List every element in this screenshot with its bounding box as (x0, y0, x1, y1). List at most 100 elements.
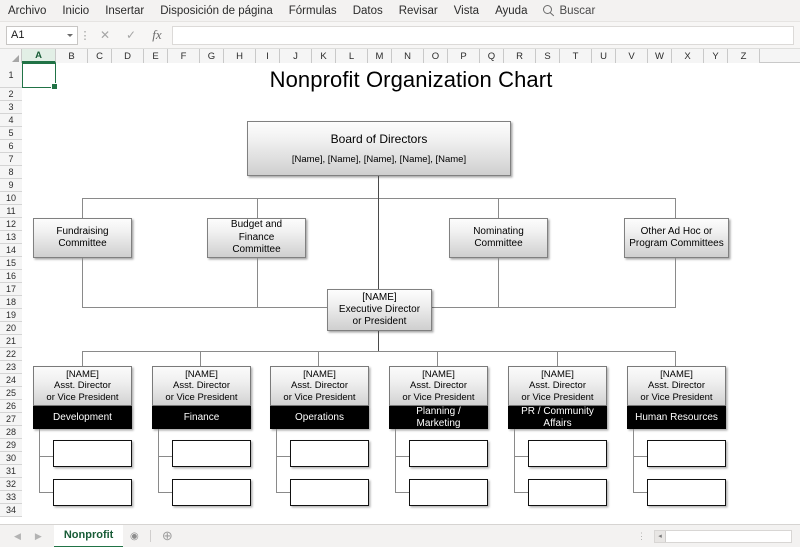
sub-box-5-1[interactable] (528, 440, 607, 467)
menu-item-insertar[interactable]: Insertar (98, 2, 151, 20)
row-header-19[interactable]: 19 (0, 309, 22, 322)
row-header-3[interactable]: 3 (0, 101, 22, 114)
column-header-r[interactable]: R (504, 49, 536, 63)
row-header-12[interactable]: 12 (0, 218, 22, 231)
column-header-w[interactable]: W (648, 49, 672, 63)
column-header-d[interactable]: D (112, 49, 144, 63)
column-header-g[interactable]: G (200, 49, 224, 63)
confirm-formula-icon[interactable]: ✓ (118, 24, 144, 46)
row-header-9[interactable]: 9 (0, 179, 22, 192)
menu-item-ayuda[interactable]: Ayuda (488, 2, 534, 20)
dept-band-operations[interactable]: Operations (270, 406, 369, 429)
node-director-4[interactable]: [NAME] Asst. Director or Vice President (389, 366, 488, 406)
row-header-16[interactable]: 16 (0, 270, 22, 283)
column-header-s[interactable]: S (536, 49, 560, 63)
node-director-1[interactable]: [NAME] Asst. Director or Vice President (33, 366, 132, 406)
row-header-25[interactable]: 25 (0, 387, 22, 400)
row-header-1[interactable]: 1 (0, 63, 22, 88)
dept-band-development[interactable]: Development (33, 406, 132, 429)
sheet-canvas[interactable]: Nonprofit Organization Chart Board of Di… (22, 63, 800, 524)
row-header-10[interactable]: 10 (0, 192, 22, 205)
row-header-31[interactable]: 31 (0, 465, 22, 478)
node-committee-budget-finance[interactable]: Budget and Finance Committee (207, 218, 306, 258)
node-director-3[interactable]: [NAME] Asst. Director or Vice President (270, 366, 369, 406)
column-header-u[interactable]: U (592, 49, 616, 63)
row-header-4[interactable]: 4 (0, 114, 22, 127)
sub-box-2-1[interactable] (172, 440, 251, 467)
chevron-down-icon[interactable] (67, 33, 73, 37)
formula-input[interactable] (172, 25, 794, 45)
column-header-e[interactable]: E (144, 49, 168, 63)
select-all-corner[interactable] (0, 49, 22, 63)
row-header-15[interactable]: 15 (0, 257, 22, 270)
menu-item-revisar[interactable]: Revisar (392, 2, 445, 20)
sub-box-3-1[interactable] (290, 440, 369, 467)
node-executive-director[interactable]: [NAME] Executive Director or President (327, 289, 432, 331)
row-header-32[interactable]: 32 (0, 478, 22, 491)
column-header-h[interactable]: H (224, 49, 256, 63)
row-header-24[interactable]: 24 (0, 374, 22, 387)
column-header-y[interactable]: Y (704, 49, 728, 63)
dept-band-pr-community-affairs[interactable]: PR / Community Affairs (508, 406, 607, 429)
row-header-5[interactable]: 5 (0, 127, 22, 140)
row-header-26[interactable]: 26 (0, 400, 22, 413)
column-header-t[interactable]: T (560, 49, 592, 63)
row-header-18[interactable]: 18 (0, 296, 22, 309)
name-box[interactable]: A1 (6, 25, 78, 45)
menu-item-disposicion-de-pagina[interactable]: Disposición de página (153, 2, 280, 20)
column-header-p[interactable]: P (448, 49, 480, 63)
column-header-k[interactable]: K (312, 49, 336, 63)
node-committee-nominating[interactable]: Nominating Committee (449, 218, 548, 258)
column-header-i[interactable]: I (256, 49, 280, 63)
row-header-21[interactable]: 21 (0, 335, 22, 348)
node-director-5[interactable]: [NAME] Asst. Director or Vice President (508, 366, 607, 406)
column-header-c[interactable]: C (88, 49, 112, 63)
node-committee-other-ad-hoc[interactable]: Other Ad Hoc or Program Committees (624, 218, 729, 258)
column-header-q[interactable]: Q (480, 49, 504, 63)
column-header-j[interactable]: J (280, 49, 312, 63)
row-header-29[interactable]: 29 (0, 439, 22, 452)
menu-item-datos[interactable]: Datos (346, 2, 390, 20)
sub-box-1-1[interactable] (53, 440, 132, 467)
row-header-14[interactable]: 14 (0, 244, 22, 257)
column-header-z[interactable]: Z (728, 49, 760, 63)
column-header-a[interactable]: A (22, 49, 56, 63)
menu-item-formulas[interactable]: Fórmulas (282, 2, 344, 20)
row-header-20[interactable]: 20 (0, 322, 22, 335)
column-header-b[interactable]: B (56, 49, 88, 63)
column-header-m[interactable]: M (368, 49, 392, 63)
column-header-v[interactable]: V (616, 49, 648, 63)
row-header-2[interactable]: 2 (0, 88, 22, 101)
row-header-30[interactable]: 30 (0, 452, 22, 465)
row-header-11[interactable]: 11 (0, 205, 22, 218)
chevron-right-icon[interactable]: ▶ (35, 531, 42, 542)
add-sheet-button[interactable]: ⊕ (156, 525, 178, 547)
formula-bar-handle[interactable]: ⋮ (78, 30, 92, 41)
row-header-27[interactable]: 27 (0, 413, 22, 426)
scrollbar-handle[interactable]: ⋮ (637, 531, 654, 540)
row-header-17[interactable]: 17 (0, 283, 22, 296)
chevron-left-icon[interactable]: ◀ (14, 531, 21, 542)
row-header-23[interactable]: 23 (0, 361, 22, 374)
node-director-6[interactable]: [NAME] Asst. Director or Vice President (627, 366, 726, 406)
sheet-tab-nonprofit[interactable]: Nonprofit (53, 524, 124, 547)
sub-box-4-2[interactable] (409, 479, 488, 506)
column-header-f[interactable]: F (168, 49, 200, 63)
row-header-22[interactable]: 22 (0, 348, 22, 361)
menu-item-archivo[interactable]: Archivo (1, 2, 53, 20)
dept-band-finance[interactable]: Finance (152, 406, 251, 429)
row-header-8[interactable]: 8 (0, 166, 22, 179)
dept-band-planning-marketing[interactable]: Planning / Marketing (389, 406, 488, 429)
menu-item-inicio[interactable]: Inicio (55, 2, 96, 20)
dept-band-human-resources[interactable]: Human Resources (627, 406, 726, 429)
sub-box-6-1[interactable] (647, 440, 726, 467)
sub-box-5-2[interactable] (528, 479, 607, 506)
column-header-n[interactable]: N (392, 49, 424, 63)
insert-function-icon[interactable]: fx (144, 24, 170, 46)
row-header-34[interactable]: 34 (0, 504, 22, 517)
circle-icon[interactable]: ◉ (123, 525, 145, 547)
node-committee-fundraising[interactable]: Fundraising Committee (33, 218, 132, 258)
menu-item-vista[interactable]: Vista (447, 2, 486, 20)
row-header-7[interactable]: 7 (0, 153, 22, 166)
column-header-o[interactable]: O (424, 49, 448, 63)
